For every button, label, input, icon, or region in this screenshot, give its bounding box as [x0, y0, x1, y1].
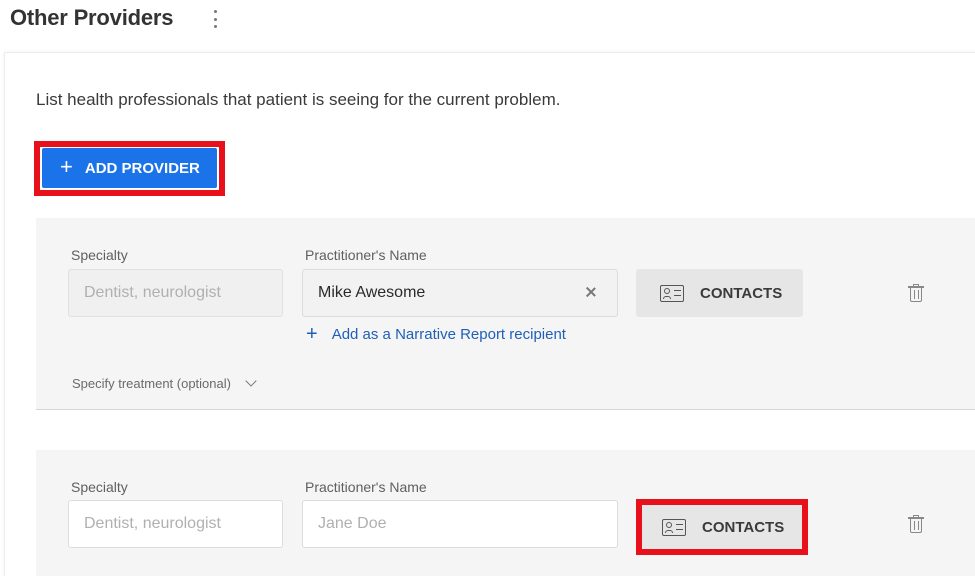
add-narrative-recipient-link[interactable]: + Add as a Narrative Report recipient: [306, 324, 566, 344]
clear-icon[interactable]: [583, 284, 599, 300]
contacts-button[interactable]: CONTACTS: [642, 505, 802, 549]
chevron-down-icon: [245, 375, 257, 387]
practitioner-name-input[interactable]: Jane Doe: [302, 500, 618, 548]
contact-card-icon: [660, 284, 684, 302]
specialty-input[interactable]: Dentist, neurologist: [68, 500, 283, 548]
specialty-label: Specialty: [71, 479, 128, 495]
specialty-input[interactable]: Dentist, neurologist: [68, 269, 283, 317]
contacts-label: CONTACTS: [700, 284, 783, 302]
specialty-label: Specialty: [71, 247, 128, 263]
contacts-button[interactable]: CONTACTS: [636, 269, 803, 317]
specialty-placeholder: Dentist, neurologist: [84, 284, 221, 301]
practitioner-name-placeholder: Jane Doe: [318, 515, 387, 532]
practitioner-name-input[interactable]: Mike Awesome: [302, 269, 618, 317]
specify-treatment-label: Specify treatment (optional): [72, 376, 231, 391]
trash-icon[interactable]: [908, 515, 924, 533]
more-vertical-icon[interactable]: [208, 8, 222, 30]
plus-icon: +: [60, 154, 73, 179]
specify-treatment-toggle[interactable]: Specify treatment (optional): [72, 375, 257, 391]
intro-text: List health professionals that patient i…: [36, 90, 561, 109]
contacts-label: CONTACTS: [702, 518, 785, 536]
add-provider-button[interactable]: + ADD PROVIDER: [42, 148, 217, 188]
specialty-placeholder: Dentist, neurologist: [84, 515, 221, 532]
contact-card-icon: [662, 518, 686, 536]
plus-icon: +: [306, 323, 318, 345]
section-header: Other Providers: [0, 0, 975, 44]
page-title: Other Providers: [10, 5, 174, 30]
practitioner-name-label: Practitioner's Name: [305, 247, 427, 263]
practitioner-name-value: Mike Awesome: [318, 284, 426, 301]
add-provider-label: ADD PROVIDER: [84, 159, 200, 177]
trash-icon[interactable]: [908, 284, 924, 302]
practitioner-name-label: Practitioner's Name: [305, 479, 427, 495]
narrative-link-label: Add as a Narrative Report recipient: [331, 325, 566, 343]
